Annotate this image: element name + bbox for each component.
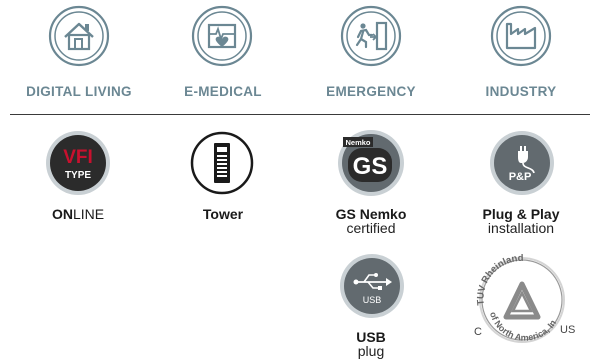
section-divider <box>10 114 590 115</box>
vfi-type-badge: VFI TYPE <box>45 130 111 196</box>
vfi-badge-top-text: VFI <box>63 147 93 168</box>
svg-text:GS: GS <box>353 153 388 180</box>
online-label-bold: ON <box>51 206 73 222</box>
medical-monitor-icon <box>190 4 254 68</box>
tower-icon <box>190 131 254 195</box>
online-label: ONLINE <box>3 207 153 221</box>
house-icon <box>47 4 111 68</box>
usb-label: USB plug <box>296 330 446 358</box>
tuv-c-mark: C <box>474 326 482 338</box>
emergency-exit-icon <box>339 4 403 68</box>
gs-nemko-badge: Nemko GS <box>336 128 406 198</box>
nemko-text: Nemko <box>345 138 370 147</box>
usb-badge: USB <box>338 252 406 320</box>
usb-badge-text: USB <box>363 295 382 305</box>
plug-and-play-badge: P&P <box>488 129 556 197</box>
tower-label: Tower <box>202 206 244 222</box>
category-label-industry: INDUSTRY <box>485 84 557 99</box>
tuv-rheinland-mark: TUV Rheinland of North America, Inc. C U… <box>467 245 578 353</box>
online-label-rest: LINE <box>72 206 105 222</box>
usb-sub: plug <box>357 343 385 359</box>
gs-nemko-label: GS Nemko certified <box>296 207 446 235</box>
category-label-digital-living: DIGITAL LIVING <box>26 84 132 99</box>
vfi-badge-bottom-text: TYPE <box>65 170 91 181</box>
category-label-emergency: EMERGENCY <box>326 84 416 99</box>
category-label-e-medical: E-MEDICAL <box>184 84 262 99</box>
gs-nemko-sub: certified <box>346 220 396 236</box>
plug-and-play-label: Plug & Play installation <box>446 207 596 235</box>
plug-and-play-sub: installation <box>487 220 555 236</box>
pnp-text: P&P <box>509 171 532 183</box>
tuv-us-mark: US <box>560 324 575 336</box>
factory-icon <box>489 4 553 68</box>
